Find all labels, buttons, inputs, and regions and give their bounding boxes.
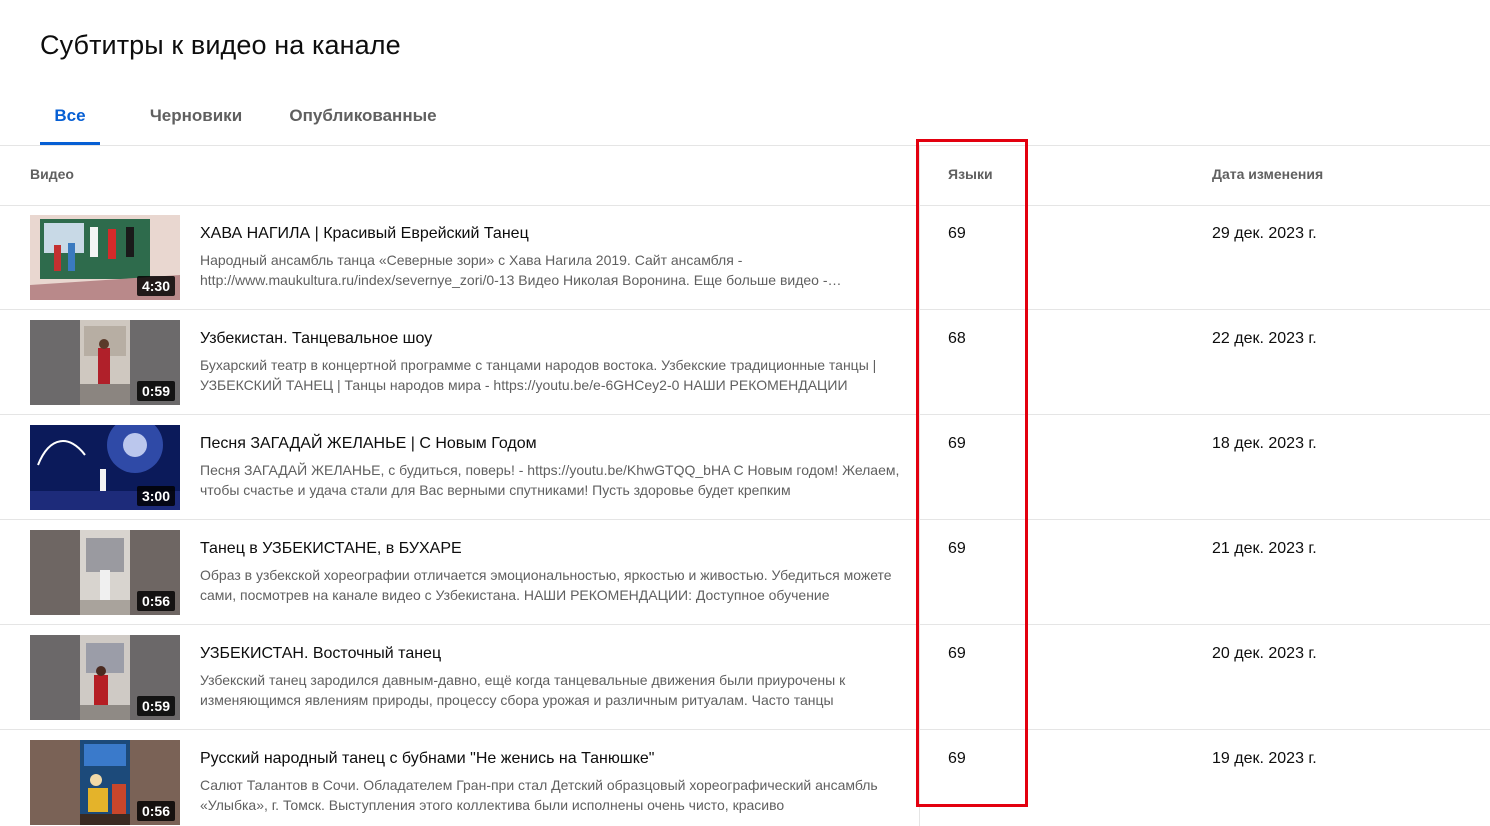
video-description: Народный ансамбль танца «Северные зори» …	[200, 252, 828, 288]
video-title[interactable]: Песня ЗАГАДАЙ ЖЕЛАНЬЕ | С Новым Годом	[200, 435, 537, 453]
table-row[interactable]: 0:59 Узбекистан. Танцевальное шоу Бухарс…	[0, 310, 1490, 415]
video-description: Песня ЗАГАДАЙ ЖЕЛАНЬЕ, с будиться, повер…	[200, 462, 900, 498]
tabs-divider	[0, 145, 1490, 146]
modified-date: 20 дек. 2023 г.	[1212, 645, 1317, 662]
table-row[interactable]: 0:59 УЗБЕКИСТАН. Восточный танец Узбекск…	[0, 625, 1490, 730]
languages-count: 69	[948, 645, 966, 662]
table-row[interactable]: 4:30 ХАВА НАГИЛА | Красивый Еврейский Та…	[0, 205, 1490, 310]
video-title[interactable]: ХАВА НАГИЛА | Красивый Еврейский Танец	[200, 225, 529, 243]
tab-all[interactable]: Все	[40, 86, 100, 145]
languages-count: 68	[948, 330, 966, 347]
column-header-video: Видео	[30, 166, 74, 182]
video-duration: 4:30	[136, 276, 175, 296]
table-row[interactable]: 3:00 Песня ЗАГАДАЙ ЖЕЛАНЬЕ | С Новым Год…	[0, 415, 1490, 520]
video-thumbnail[interactable]: 4:30	[30, 215, 180, 300]
page-title: Субтитры к видео на канале	[40, 30, 401, 60]
video-duration: 0:59	[136, 696, 175, 716]
video-thumbnail[interactable]: 0:56	[30, 740, 180, 825]
tab-published[interactable]: Опубликованные	[282, 86, 444, 145]
video-description: Бухарский театр в концертной программе с…	[200, 357, 877, 393]
video-duration: 0:59	[136, 381, 175, 401]
tab-bar: Все Черновики Опубликованные	[0, 86, 1490, 146]
table-row[interactable]: 0:56 Русский народный танец с бубнами "Н…	[0, 730, 1490, 826]
video-thumbnail[interactable]: 0:59	[30, 635, 180, 720]
video-title[interactable]: Танец в УЗБЕКИСТАНЕ, в БУХАРЕ	[200, 540, 462, 558]
languages-count: 69	[948, 540, 966, 557]
modified-date: 22 дек. 2023 г.	[1212, 330, 1317, 347]
video-description: Образ в узбекской хореографии отличается…	[200, 567, 892, 603]
video-description: Салют Талантов в Сочи. Обладателем Гран-…	[200, 777, 878, 813]
modified-date: 19 дек. 2023 г.	[1212, 750, 1317, 767]
video-thumbnail[interactable]: 0:59	[30, 320, 180, 405]
modified-date: 18 дек. 2023 г.	[1212, 435, 1317, 452]
video-duration: 0:56	[136, 591, 175, 611]
column-header-modified[interactable]: Дата изменения	[1212, 166, 1323, 182]
video-title[interactable]: Узбекистан. Танцевальное шоу	[200, 330, 432, 348]
video-thumbnail[interactable]: 0:56	[30, 530, 180, 615]
video-description: Узбекский танец зародился давным-давно, …	[200, 672, 846, 708]
column-header-languages: Языки	[948, 166, 993, 182]
video-title[interactable]: УЗБЕКИСТАН. Восточный танец	[200, 645, 441, 663]
video-title[interactable]: Русский народный танец с бубнами "Не жен…	[200, 750, 654, 768]
table-row[interactable]: 0:56 Танец в УЗБЕКИСТАНЕ, в БУХАРЕ Образ…	[0, 520, 1490, 625]
modified-date: 21 дек. 2023 г.	[1212, 540, 1317, 557]
languages-count: 69	[948, 435, 966, 452]
video-duration: 0:56	[136, 801, 175, 821]
video-thumbnail[interactable]: 3:00	[30, 425, 180, 510]
languages-count: 69	[948, 750, 966, 767]
video-duration: 3:00	[136, 486, 175, 506]
tab-drafts[interactable]: Черновики	[140, 86, 252, 145]
modified-date: 29 дек. 2023 г.	[1212, 225, 1317, 242]
languages-count: 69	[948, 225, 966, 242]
